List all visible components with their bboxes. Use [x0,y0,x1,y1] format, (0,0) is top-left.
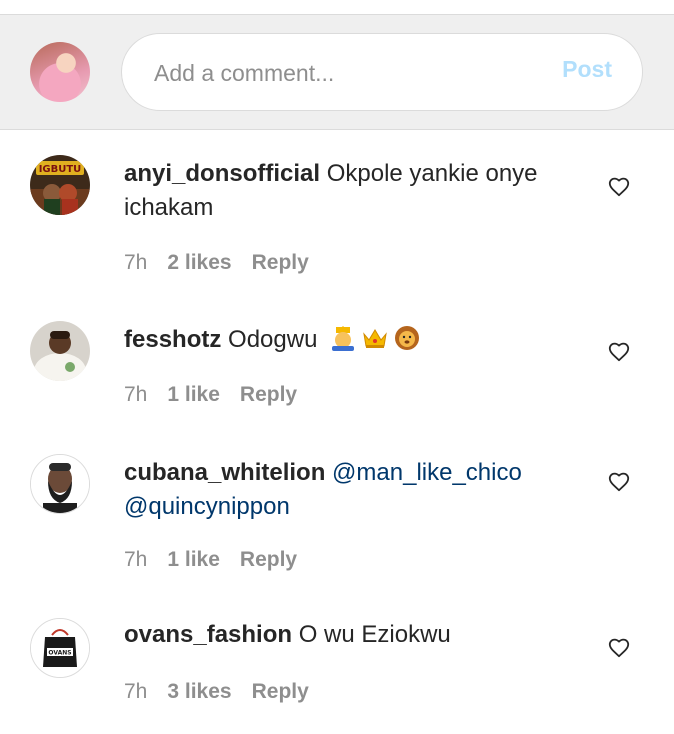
current-user-avatar [30,42,90,102]
reply-button[interactable]: Reply [240,383,297,406]
heart-outline-icon[interactable] [607,469,631,493]
avatar[interactable] [30,454,90,514]
comment-meta: 7h 3 likes Reply [124,680,309,704]
avatar-logo-text: OVANS [48,650,71,657]
comment-likes[interactable]: 1 like [167,548,220,571]
comment-text: ovans_fashion O wu Eziokwu [124,618,564,652]
comment-text: fesshotz Odogwu [124,323,564,357]
comment-text: anyi_donsofficial Okpole yankie onye ich… [124,157,564,225]
comment-time[interactable]: 7h [124,251,147,274]
avatar-logo-text: IGBUTU [39,164,82,175]
avatar[interactable] [30,321,90,381]
heart-outline-icon[interactable] [607,339,631,363]
reply-button[interactable]: Reply [252,680,309,703]
mention-link[interactable]: @man_like_chico [332,459,522,486]
lion-face-emoji [395,326,420,350]
comment-text: cubana_whitelion @man_like_chico @quincy… [124,456,564,524]
comment-input[interactable] [152,56,516,90]
comment-body: O wu Eziokwu [298,621,451,648]
avatar[interactable]: OVANS [30,618,90,678]
comment-composer: Post [0,15,674,130]
mention-link[interactable]: @quincynippon [124,493,290,520]
comment-meta: 7h 1 like Reply [124,548,297,572]
comment-box: Post [121,33,643,111]
comment-username[interactable]: ovans_fashion [124,621,292,648]
reply-button[interactable]: Reply [240,548,297,571]
comment-username[interactable]: cubana_whitelion [124,459,325,486]
avatar[interactable]: IGBUTU [30,155,90,215]
comment-likes[interactable]: 1 like [167,383,220,406]
comment-username[interactable]: fesshotz [124,326,221,353]
reply-button[interactable]: Reply [252,251,309,274]
heart-outline-icon[interactable] [607,635,631,659]
comment-meta: 7h 1 like Reply [124,383,297,407]
heart-outline-icon[interactable] [607,174,631,198]
comment-body: Odogwu [228,326,318,353]
crown-emoji [363,329,387,348]
comment-time[interactable]: 7h [124,680,147,703]
comment-likes[interactable]: 3 likes [167,680,231,703]
top-strip [0,0,674,15]
comment-time[interactable]: 7h [124,548,147,571]
comment-time[interactable]: 7h [124,383,147,406]
comment-username[interactable]: anyi_donsofficial [124,160,320,187]
comment-meta: 7h 2 likes Reply [124,251,309,275]
person-with-crown-emoji [332,326,355,351]
comment-likes[interactable]: 2 likes [167,251,231,274]
post-button[interactable]: Post [562,56,612,83]
